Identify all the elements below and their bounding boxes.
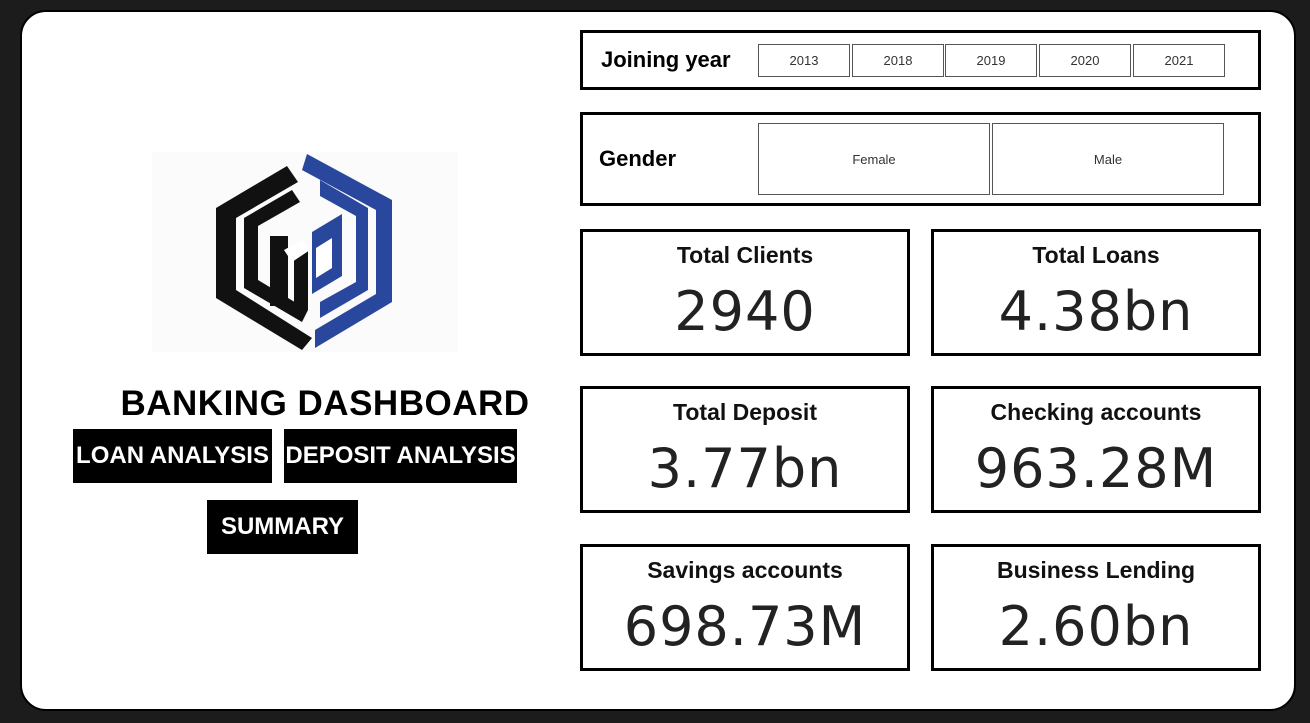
kpi-label: Total Deposit xyxy=(673,399,817,425)
kpi-label: Savings accounts xyxy=(647,557,843,583)
kpi-value: 4.38bn xyxy=(998,280,1194,343)
gender-chip-female[interactable]: Female xyxy=(758,123,990,195)
year-chip-2018[interactable]: 2018 xyxy=(852,44,944,77)
kpi-value: 698.73M xyxy=(623,595,867,658)
gender-chip-male[interactable]: Male xyxy=(992,123,1224,195)
joining-year-slicer: Joining year 2013 2018 2019 2020 2021 xyxy=(580,30,1261,90)
year-chip-2021[interactable]: 2021 xyxy=(1133,44,1225,77)
logo xyxy=(152,152,458,352)
gender-slicer: Gender Female Male xyxy=(580,112,1261,206)
kpi-card-total-deposit: Total Deposit 3.77bn xyxy=(580,386,910,513)
kpi-card-business-lending: Business Lending 2.60bn xyxy=(931,544,1261,671)
kpi-label: Total Clients xyxy=(676,242,814,268)
year-chip-2019[interactable]: 2019 xyxy=(945,44,1037,77)
kpi-value: 3.77bn xyxy=(647,437,843,500)
gender-label: Gender xyxy=(599,146,677,171)
kpi-value: 2940 xyxy=(674,280,816,343)
hexagon-bank-logo-icon xyxy=(216,154,392,350)
loan-analysis-button[interactable]: LOAN ANALYSIS xyxy=(73,429,272,483)
kpi-card-total-loans: Total Loans 4.38bn xyxy=(931,229,1261,356)
kpi-card-savings-accounts: Savings accounts 698.73M xyxy=(580,544,910,671)
kpi-label: Checking accounts xyxy=(990,399,1202,425)
dashboard-title: BANKING DASHBOARD xyxy=(120,384,530,423)
kpi-label: Business Lending xyxy=(996,557,1196,583)
kpi-value: 963.28M xyxy=(974,437,1218,500)
kpi-value: 2.60bn xyxy=(998,595,1194,658)
kpi-card-total-clients: Total Clients 2940 xyxy=(580,229,910,356)
joining-year-label: Joining year xyxy=(601,47,731,72)
year-chip-2020[interactable]: 2020 xyxy=(1039,44,1131,77)
kpi-label: Total Loans xyxy=(1032,242,1160,268)
deposit-analysis-button[interactable]: DEPOSIT ANALYSIS xyxy=(284,429,517,483)
year-chip-2013[interactable]: 2013 xyxy=(758,44,850,77)
kpi-card-checking-accounts: Checking accounts 963.28M xyxy=(931,386,1261,513)
summary-button[interactable]: SUMMARY xyxy=(207,500,358,554)
